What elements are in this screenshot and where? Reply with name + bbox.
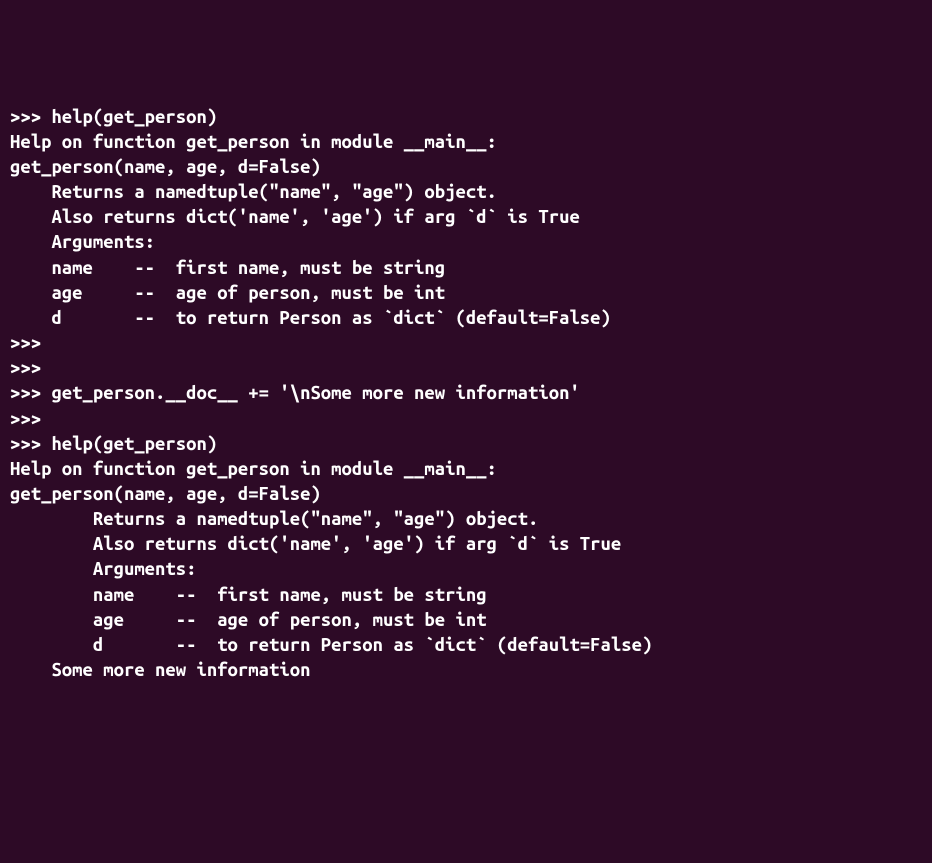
terminal-line: Arguments: xyxy=(10,557,922,582)
terminal-line: Also returns dict('name', 'age') if arg … xyxy=(10,532,922,557)
terminal-line: >>> help(get_person) xyxy=(10,105,922,130)
terminal-line: d -- to return Person as `dict` (default… xyxy=(10,633,922,658)
terminal-line: >>> get_person.__doc__ += '\nSome more n… xyxy=(10,381,922,406)
terminal-line: >>> xyxy=(10,331,922,356)
terminal-line: Returns a namedtuple("name", "age") obje… xyxy=(10,180,922,205)
terminal-line: >>> xyxy=(10,356,922,381)
terminal-line: d -- to return Person as `dict` (default… xyxy=(10,306,922,331)
terminal-line: >>> xyxy=(10,407,922,432)
terminal-line: >>> help(get_person) xyxy=(10,432,922,457)
terminal-line: age -- age of person, must be int xyxy=(10,281,922,306)
terminal-line: Also returns dict('name', 'age') if arg … xyxy=(10,205,922,230)
terminal-line: Returns a namedtuple("name", "age") obje… xyxy=(10,507,922,532)
terminal-line: Help on function get_person in module __… xyxy=(10,457,922,482)
terminal-line: name -- first name, must be string xyxy=(10,583,922,608)
terminal-window[interactable]: >>> help(get_person)Help on function get… xyxy=(10,105,922,684)
terminal-line: Help on function get_person in module __… xyxy=(10,130,922,155)
terminal-line: get_person(name, age, d=False) xyxy=(10,155,922,180)
terminal-line: Arguments: xyxy=(10,230,922,255)
terminal-line: Some more new information xyxy=(10,658,922,683)
terminal-line: age -- age of person, must be int xyxy=(10,608,922,633)
terminal-line: name -- first name, must be string xyxy=(10,256,922,281)
terminal-line: get_person(name, age, d=False) xyxy=(10,482,922,507)
